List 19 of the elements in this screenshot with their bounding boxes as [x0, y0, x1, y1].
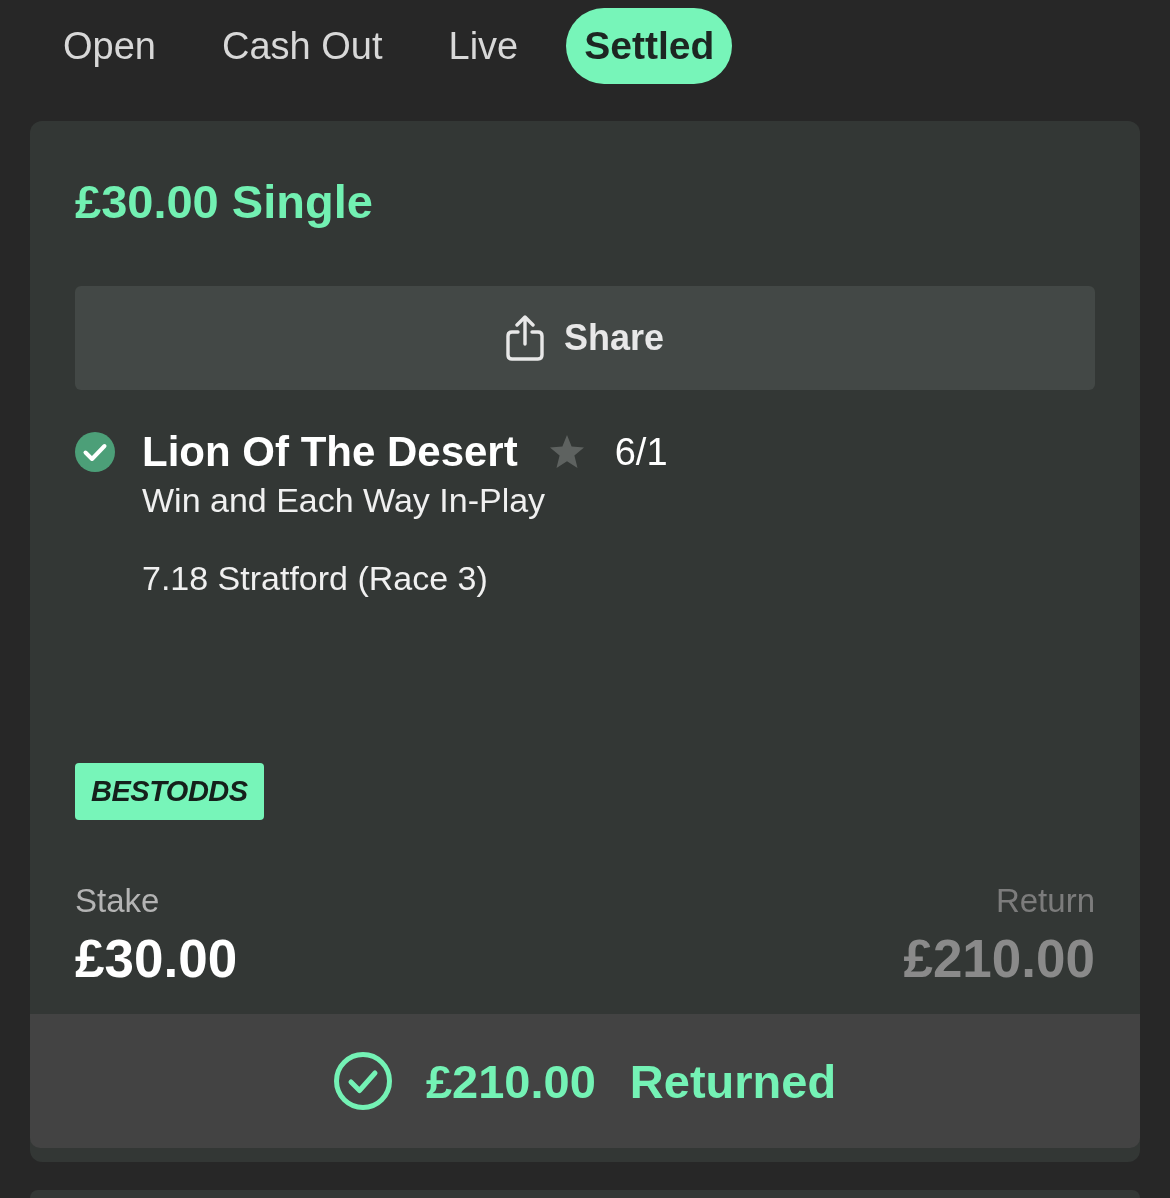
odds: 6/1 — [614, 430, 668, 474]
return-label: Return — [995, 882, 1095, 920]
star-icon — [548, 435, 585, 469]
stake-label: Stake — [75, 882, 160, 920]
tab[interactable]: Cash Out — [203, 8, 401, 84]
settlement-status: Returned — [629, 1053, 837, 1109]
bet-title: £30.00 Single — [75, 174, 373, 230]
tab[interactable]: Live — [430, 8, 537, 84]
race-name: 7.18 Stratford (Race 3) — [142, 560, 488, 596]
promo-badge: BESTODDS — [75, 763, 264, 820]
return-amount: £210.00 — [903, 929, 1095, 989]
stake-amount: £30.00 — [75, 929, 238, 989]
selection-name: Lion Of The Desert — [142, 428, 518, 476]
share-button[interactable]: Share — [75, 286, 1095, 390]
tab[interactable]: Open — [45, 8, 174, 84]
share-icon — [505, 315, 544, 361]
returned-amount: £210.00 — [425, 1053, 596, 1109]
tab[interactable]: Settled — [566, 8, 733, 84]
market-name: Win and Each Way In-Play — [142, 482, 546, 518]
